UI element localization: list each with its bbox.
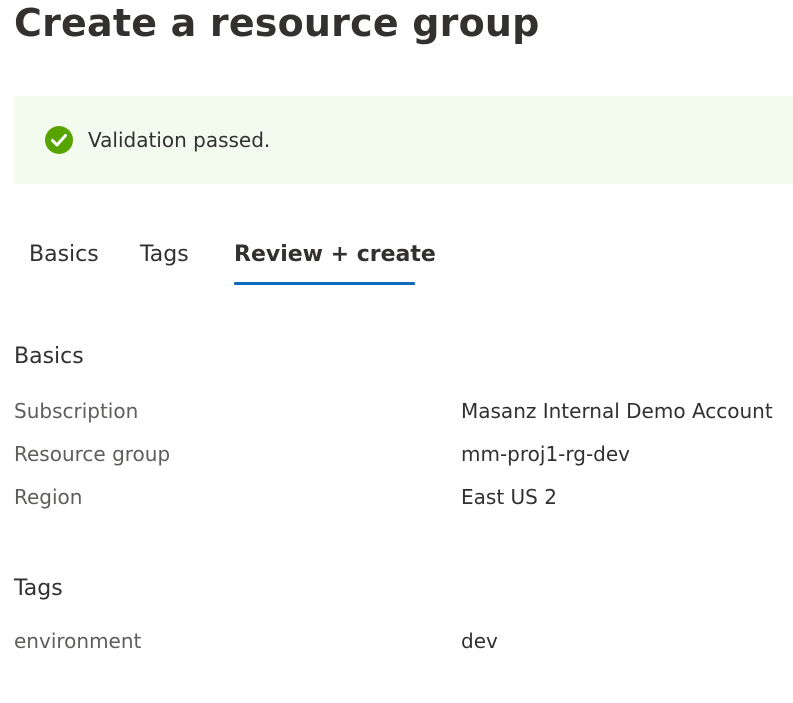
- section-heading-basics: Basics: [14, 344, 84, 369]
- row-label: environment: [14, 629, 142, 653]
- tab-basics[interactable]: Basics: [29, 240, 99, 270]
- validation-message: Validation passed.: [88, 128, 271, 152]
- row-value: East US 2: [461, 485, 557, 509]
- row-value: Masanz Internal Demo Account: [461, 399, 773, 423]
- row-label: Subscription: [14, 399, 139, 423]
- tab-tags[interactable]: Tags: [140, 240, 189, 270]
- row-label: Region: [14, 485, 83, 509]
- row-value: dev: [461, 629, 498, 653]
- row-label: Resource group: [14, 442, 171, 466]
- row-value: mm-proj1-rg-dev: [461, 442, 631, 466]
- validation-banner: Validation passed.: [14, 96, 793, 184]
- check-circle-icon: [45, 126, 73, 154]
- selected-tab-indicator: [234, 282, 415, 285]
- section-heading-tags: Tags: [14, 576, 63, 601]
- tab-review-create[interactable]: Review + create: [234, 240, 436, 270]
- page-title: Create a resource group: [14, 1, 540, 45]
